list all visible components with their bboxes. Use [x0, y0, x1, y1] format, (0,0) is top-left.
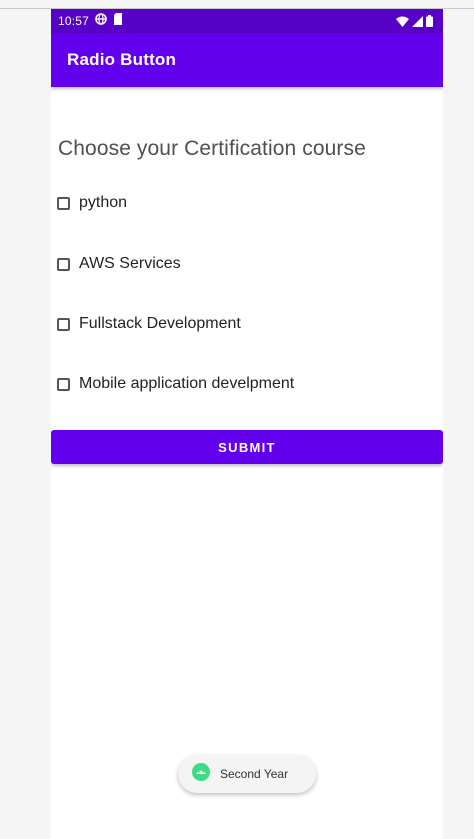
app-title: Radio Button — [67, 50, 177, 69]
checkbox-option-fullstack-development[interactable]: Fullstack Development — [56, 312, 241, 336]
sd-card-icon — [113, 12, 123, 30]
battery-icon — [426, 14, 433, 32]
app-bar: Radio Button — [51, 33, 443, 87]
checkbox-box[interactable] — [57, 257, 70, 271]
status-time: 10:57 — [58, 14, 90, 28]
page-heading: Choose your Certification course — [58, 137, 366, 160]
checkbox-label: python — [79, 194, 128, 211]
toast-text: Second Year — [220, 767, 289, 781]
checkbox-option-mobile-application-development[interactable]: Mobile application develpment — [56, 372, 294, 396]
checkbox-label: Fullstack Development — [79, 315, 241, 332]
android-icon — [192, 762, 210, 786]
checkbox-box[interactable] — [57, 377, 70, 391]
checkbox-box[interactable] — [57, 196, 70, 210]
checkbox-label: Mobile application develpment — [79, 375, 295, 392]
checkbox-option-aws-services[interactable]: AWS Services — [56, 252, 181, 276]
signal-icon — [412, 14, 423, 32]
phone-screen: 10:57 Radio Button Choose your Certifica… — [51, 9, 443, 839]
submit-button[interactable]: SUBMIT — [51, 430, 443, 464]
checkbox-label: AWS Services — [79, 255, 181, 272]
status-bar: 10:57 — [51, 9, 443, 33]
wifi-icon — [396, 14, 409, 32]
top-edge — [0, 0, 474, 9]
checkbox-option-python[interactable]: python — [56, 191, 127, 215]
checkbox-box[interactable] — [57, 317, 70, 331]
toast-message: Second Year — [178, 755, 316, 793]
status-icons-right — [396, 14, 433, 32]
globe-icon — [95, 12, 107, 30]
